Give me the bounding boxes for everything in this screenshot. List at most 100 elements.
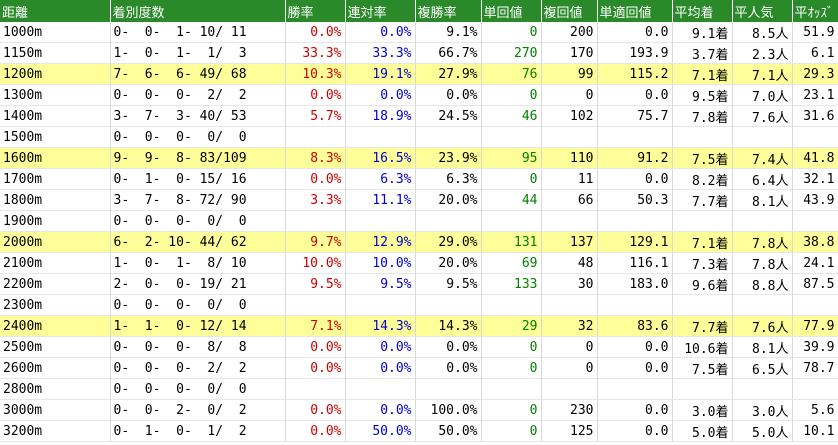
cell-win-return: 133 <box>481 273 542 295</box>
cell-avg-popularity: 6.5人 <box>732 357 793 379</box>
cell-top3-rate: 20.0% <box>415 252 482 274</box>
cell-place-return: 99 <box>541 63 598 85</box>
cell-avg-popularity: 2.3人 <box>732 42 793 64</box>
cell-place-return: 137 <box>541 231 598 253</box>
cell-avg-finish: 3.0着 <box>672 399 733 421</box>
cell-record: 0- 0- 2- 0/ 2 <box>110 399 286 421</box>
cell-top3-rate <box>415 210 482 232</box>
cell-adjusted-return: 91.2 <box>597 147 673 169</box>
cell-top2-rate: 10.0% <box>345 252 416 274</box>
cell-top3-rate <box>415 378 482 400</box>
cell-win-rate: 8.3% <box>285 147 346 169</box>
cell-adjusted-return <box>597 294 673 316</box>
cell-record: 9- 9- 8- 83/109 <box>110 147 286 169</box>
header-avg-popularity: 平人気 <box>732 0 793 22</box>
header-distance: 距離 <box>0 0 111 22</box>
table-row: 2400m 1- 1- 0- 12/ 14 7.1% 14.3% 14.3% 29 32 83… <box>0 315 838 337</box>
cell-avg-odds <box>792 126 838 148</box>
cell-distance: 1200m <box>0 63 111 85</box>
header-row: 距離 着別度数 勝率 連対率 複勝率 単回値 複回値 単適回値 平均着 平人気 … <box>0 0 838 22</box>
cell-distance: 2500m <box>0 336 111 358</box>
cell-adjusted-return: 0.0 <box>597 420 673 442</box>
header-adjusted-return: 単適回値 <box>597 0 673 22</box>
cell-avg-odds: 39.9 <box>792 336 838 358</box>
cell-adjusted-return: 0.0 <box>597 336 673 358</box>
cell-top2-rate: 9.5% <box>345 273 416 295</box>
cell-top2-rate <box>345 294 416 316</box>
cell-win-return: 0 <box>481 336 542 358</box>
cell-avg-finish: 10.6着 <box>672 336 733 358</box>
cell-record: 1- 0- 1- 8/ 10 <box>110 252 286 274</box>
cell-place-return: 0 <box>541 84 598 106</box>
cell-distance: 1900m <box>0 210 111 232</box>
cell-avg-popularity: 7.6人 <box>732 315 793 337</box>
cell-avg-popularity: 6.4人 <box>732 168 793 190</box>
cell-adjusted-return: 0.0 <box>597 84 673 106</box>
cell-distance: 2800m <box>0 378 111 400</box>
cell-avg-odds <box>792 378 838 400</box>
cell-win-rate: 0.0% <box>285 336 346 358</box>
table-row: 1900m 0- 0- 0- 0/ 0 <box>0 210 838 232</box>
cell-record: 0- 0- 0- 2/ 2 <box>110 84 286 106</box>
cell-win-return <box>481 126 542 148</box>
cell-avg-odds <box>792 210 838 232</box>
cell-avg-finish: 7.5着 <box>672 147 733 169</box>
cell-avg-popularity <box>732 294 793 316</box>
table-row: 1700m 0- 1- 0- 15/ 16 0.0% 6.3% 6.3% 0 11 0.0 8.… <box>0 168 838 190</box>
cell-record: 3- 7- 8- 72/ 90 <box>110 189 286 211</box>
cell-avg-finish: 7.1着 <box>672 231 733 253</box>
cell-win-return <box>481 378 542 400</box>
cell-avg-popularity: 8.8人 <box>732 273 793 295</box>
cell-win-return: 44 <box>481 189 542 211</box>
cell-place-return <box>541 294 598 316</box>
cell-distance: 1700m <box>0 168 111 190</box>
header-avg-finish: 平均着 <box>672 0 733 22</box>
cell-avg-finish: 7.8着 <box>672 105 733 127</box>
cell-win-return: 270 <box>481 42 542 64</box>
table-row: 2100m 1- 0- 1- 8/ 10 10.0% 10.0% 20.0% 69 48 11… <box>0 252 838 274</box>
cell-avg-finish: 3.7着 <box>672 42 733 64</box>
cell-win-return: 29 <box>481 315 542 337</box>
cell-avg-odds: 29.3 <box>792 63 838 85</box>
distance-stats-table: 距離 着別度数 勝率 連対率 複勝率 単回値 複回値 単適回値 平均着 平人気 … <box>0 0 838 442</box>
cell-top2-rate: 12.9% <box>345 231 416 253</box>
cell-top3-rate <box>415 126 482 148</box>
cell-win-rate <box>285 210 346 232</box>
cell-place-return: 32 <box>541 315 598 337</box>
cell-record: 0- 0- 0- 2/ 2 <box>110 357 286 379</box>
cell-adjusted-return: 50.3 <box>597 189 673 211</box>
cell-adjusted-return: 183.0 <box>597 273 673 295</box>
cell-adjusted-return: 75.7 <box>597 105 673 127</box>
cell-avg-popularity: 8.1人 <box>732 189 793 211</box>
table-row: 2500m 0- 0- 0- 8/ 8 0.0% 0.0% 0.0% 0 0 0.0 10.6着… <box>0 336 838 358</box>
cell-avg-odds: 41.8 <box>792 147 838 169</box>
cell-record: 1- 0- 1- 1/ 3 <box>110 42 286 64</box>
cell-top3-rate: 29.0% <box>415 231 482 253</box>
cell-win-rate: 0.0% <box>285 399 346 421</box>
header-win-rate: 勝率 <box>285 0 346 22</box>
cell-win-rate: 5.7% <box>285 105 346 127</box>
cell-avg-odds: 78.7 <box>792 357 838 379</box>
cell-top2-rate: 0.0% <box>345 336 416 358</box>
cell-top3-rate: 20.0% <box>415 189 482 211</box>
cell-adjusted-return: 115.2 <box>597 63 673 85</box>
cell-avg-popularity: 7.0人 <box>732 84 793 106</box>
cell-avg-finish: 7.1着 <box>672 63 733 85</box>
cell-avg-popularity: 7.8人 <box>732 231 793 253</box>
cell-avg-finish: 9.1着 <box>672 22 733 43</box>
cell-record: 6- 2- 10- 44/ 62 <box>110 231 286 253</box>
table-row: 1300m 0- 0- 0- 2/ 2 0.0% 0.0% 0.0% 0 0 0.0 9.5着 7… <box>0 84 838 106</box>
cell-avg-finish <box>672 378 733 400</box>
cell-win-return <box>481 210 542 232</box>
cell-top2-rate: 50.0% <box>345 420 416 442</box>
cell-top3-rate: 14.3% <box>415 315 482 337</box>
cell-adjusted-return: 0.0 <box>597 22 673 43</box>
cell-record: 0- 0- 1- 10/ 11 <box>110 22 286 43</box>
cell-avg-odds: 24.1 <box>792 252 838 274</box>
table-row: 2600m 0- 0- 0- 2/ 2 0.0% 0.0% 0.0% 0 0 0.0 7.5着 6… <box>0 357 838 379</box>
cell-win-return: 0 <box>481 84 542 106</box>
cell-place-return: 230 <box>541 399 598 421</box>
cell-place-return: 110 <box>541 147 598 169</box>
cell-distance: 2300m <box>0 294 111 316</box>
cell-top2-rate: 19.1% <box>345 63 416 85</box>
